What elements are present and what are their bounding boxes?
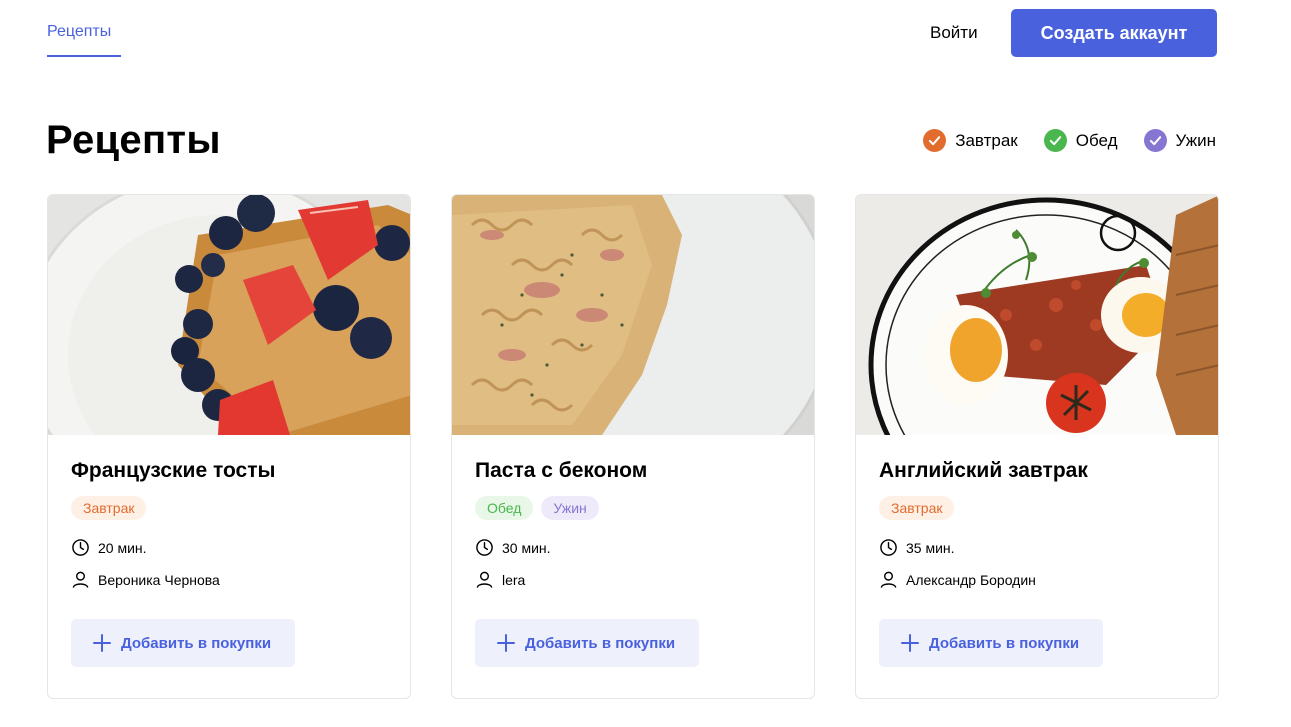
- recipe-card: Французские тосты Завтрак 20 мин. Верони…: [47, 194, 411, 699]
- clock-icon: [476, 539, 493, 556]
- page-title: Рецепты: [46, 118, 221, 162]
- user-icon: [476, 571, 493, 588]
- filter-label: Обед: [1075, 130, 1118, 150]
- tag-dinner: Ужин: [541, 496, 599, 520]
- recipe-author: Александр Бородин: [879, 570, 1195, 589]
- recipe-title[interactable]: Французские тосты: [71, 457, 387, 485]
- plus-icon: [497, 634, 515, 652]
- author-label: lera: [502, 571, 526, 588]
- author-label: Александр Бородин: [906, 571, 1036, 588]
- filter-label: Ужин: [1175, 130, 1217, 150]
- recipe-author: lera: [475, 570, 791, 589]
- recipe-card: Английский завтрак Завтрак 35 мин. Алекс…: [855, 194, 1219, 699]
- time-label: 35 мин.: [906, 539, 955, 556]
- recipe-author: Вероника Чернова: [71, 570, 387, 589]
- add-button-label: Добавить в покупки: [525, 634, 676, 652]
- filter-dinner[interactable]: Ужин: [1143, 129, 1217, 152]
- recipe-tags: Обед Ужин: [475, 496, 791, 520]
- recipe-card: Паста с беконом Обед Ужин 30 мин. lera Д…: [451, 194, 815, 699]
- recipe-photo[interactable]: [452, 195, 814, 435]
- check-icon: [1143, 129, 1167, 152]
- tag-breakfast: Завтрак: [879, 496, 955, 520]
- add-to-shopping-button[interactable]: Добавить в покупки: [71, 619, 295, 667]
- recipe-time: 35 мин.: [879, 538, 1195, 557]
- signup-button[interactable]: Создать аккаунт: [1011, 9, 1217, 57]
- recipe-time: 20 мин.: [71, 538, 387, 557]
- recipe-tags: Завтрак: [71, 496, 387, 520]
- author-label: Вероника Чернова: [98, 571, 220, 588]
- user-icon: [880, 571, 897, 588]
- filter-breakfast[interactable]: Завтрак: [923, 129, 1018, 152]
- check-icon: [1043, 129, 1067, 152]
- filter-lunch[interactable]: Обед: [1043, 129, 1118, 152]
- add-button-label: Добавить в покупки: [121, 634, 272, 652]
- nav-link-recipes[interactable]: Рецепты: [47, 23, 111, 41]
- tag-lunch: Обед: [475, 496, 534, 520]
- recipe-grid: Французские тосты Завтрак 20 мин. Верони…: [47, 194, 1219, 699]
- clock-icon: [72, 539, 89, 556]
- nav-active-underline: [47, 55, 121, 57]
- time-label: 20 мин.: [98, 539, 147, 556]
- recipe-title[interactable]: Английский завтрак: [879, 457, 1195, 485]
- add-button-label: Добавить в покупки: [929, 634, 1080, 652]
- user-icon: [72, 571, 89, 588]
- recipe-photo[interactable]: [48, 195, 410, 435]
- clock-icon: [880, 539, 897, 556]
- add-to-shopping-button[interactable]: Добавить в покупки: [475, 619, 699, 667]
- plus-icon: [901, 634, 919, 652]
- recipe-photo[interactable]: [856, 195, 1218, 435]
- time-label: 30 мин.: [502, 539, 551, 556]
- recipe-title[interactable]: Паста с беконом: [475, 457, 791, 485]
- login-link[interactable]: Войти: [930, 23, 978, 43]
- meal-filters: Завтрак Обед Ужин: [923, 129, 1216, 152]
- recipe-time: 30 мин.: [475, 538, 791, 557]
- add-to-shopping-button[interactable]: Добавить в покупки: [879, 619, 1103, 667]
- recipe-tags: Завтрак: [879, 496, 1195, 520]
- tag-breakfast: Завтрак: [71, 496, 147, 520]
- plus-icon: [93, 634, 111, 652]
- check-icon: [923, 129, 947, 152]
- filter-label: Завтрак: [955, 130, 1018, 150]
